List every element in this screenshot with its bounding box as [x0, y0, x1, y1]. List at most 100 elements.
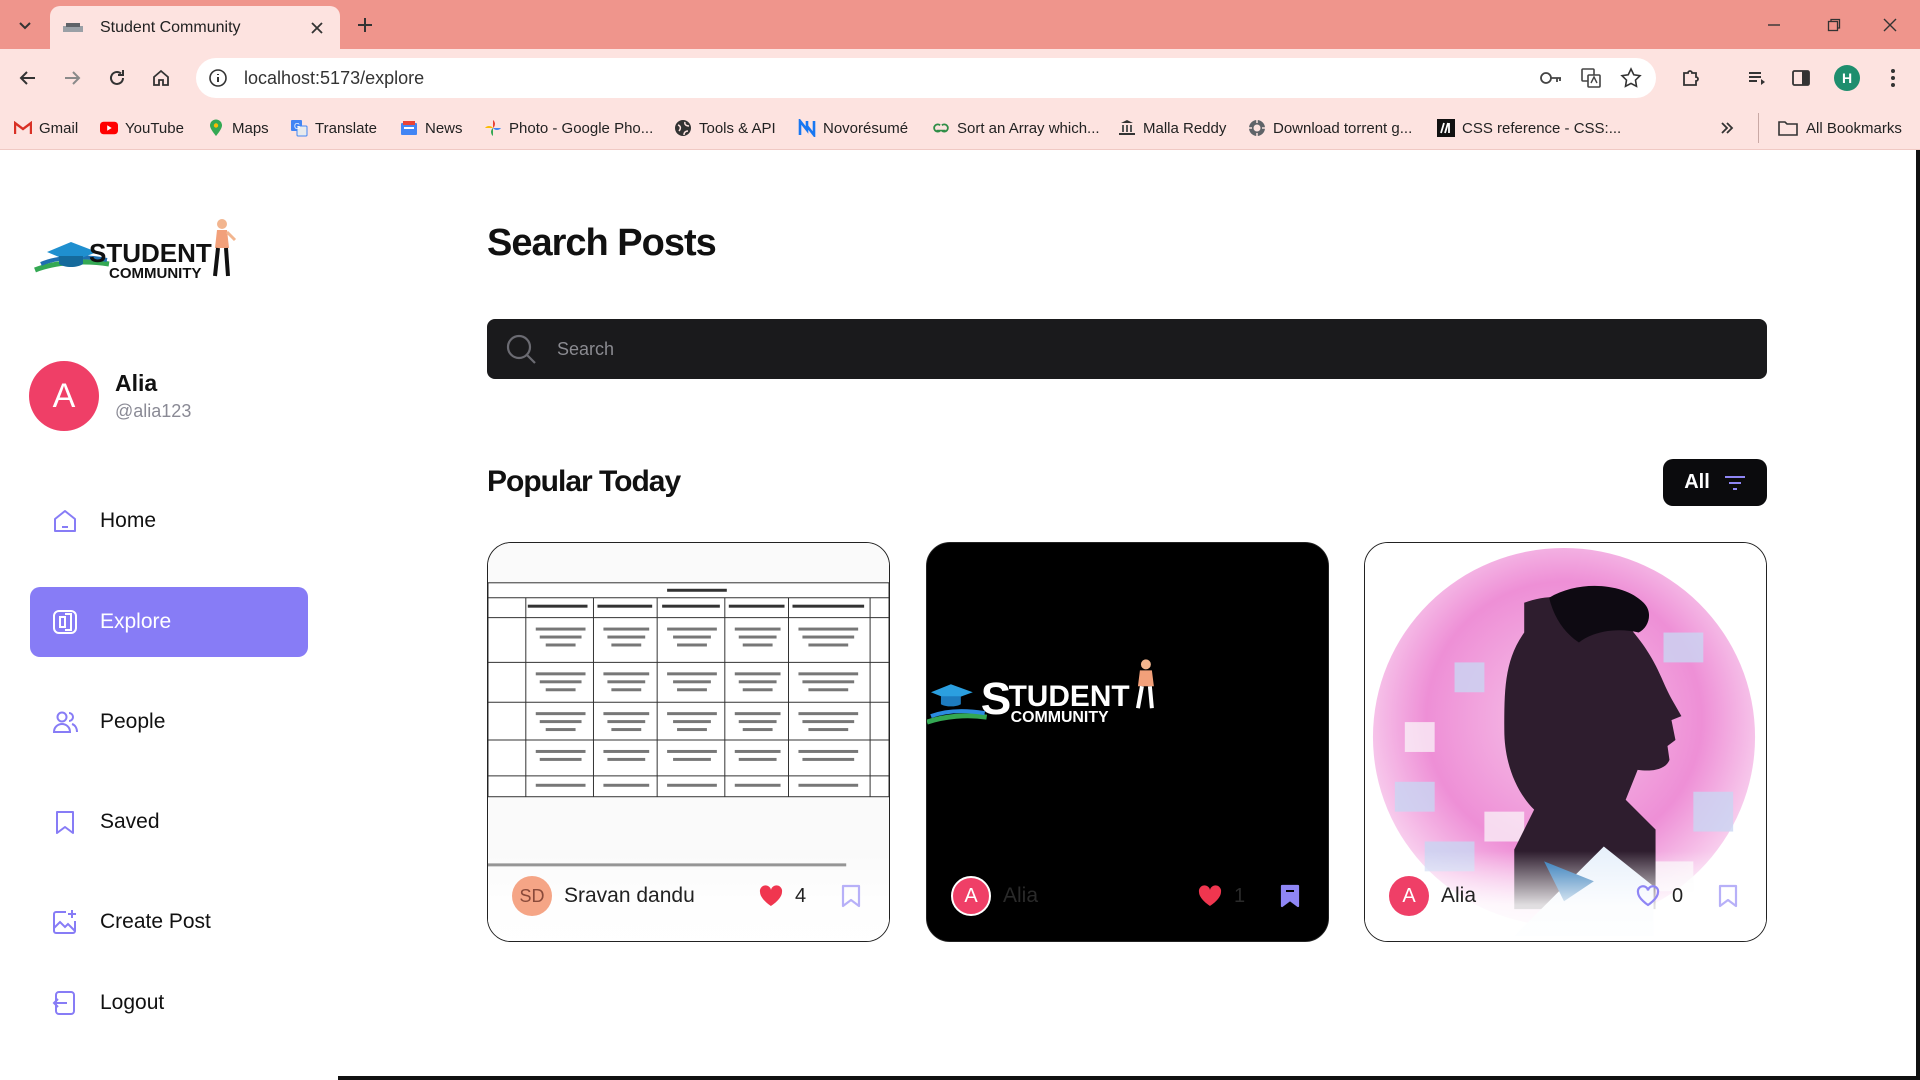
people-icon [50, 707, 80, 737]
chevron-down-icon [19, 22, 31, 30]
sidebar-item-explore[interactable]: Explore [30, 587, 308, 657]
bookmark-outline-icon[interactable] [837, 882, 865, 910]
sidebar-item-label: People [100, 710, 166, 733]
forward-button[interactable] [57, 63, 87, 93]
search-bar[interactable] [487, 319, 1767, 379]
user-profile[interactable]: A Alia @alia123 [29, 361, 191, 431]
sidebar-item-label: Home [100, 509, 157, 532]
close-window-button[interactable] [1860, 0, 1920, 49]
profile-button[interactable]: H [1832, 63, 1862, 93]
post-card[interactable]: A Alia 0 [1364, 542, 1767, 942]
student-community-logo[interactable]: STUDENT COMMUNITY [33, 218, 243, 294]
bookmark-translate[interactable]: G Translate [290, 115, 377, 141]
sidebar-item-saved[interactable]: Saved [30, 787, 308, 857]
bookmark-star-icon[interactable] [1616, 63, 1646, 93]
restore-icon [1827, 18, 1841, 31]
post-card[interactable]: SD Sravan dandu 4 [487, 542, 890, 942]
bookmark-gfg[interactable]: Sort an Array which... [932, 115, 1100, 141]
folder-icon [1777, 119, 1799, 137]
explore-icon [50, 607, 80, 637]
bookmark-malla-reddy[interactable]: Malla Reddy [1118, 115, 1226, 141]
user-handle: @alia123 [115, 401, 192, 421]
bookmark-youtube[interactable]: YouTube [100, 115, 184, 141]
post-footer: A Alia 1 [927, 851, 1328, 941]
svg-text:COMMUNITY: COMMUNITY [1011, 709, 1109, 726]
sidebar-item-home[interactable]: Home [30, 486, 308, 556]
news-icon [400, 119, 418, 137]
section-title: Popular Today [487, 465, 681, 498]
site-info-icon[interactable] [204, 64, 232, 92]
reload-icon [110, 70, 124, 85]
bookmark-maps[interactable]: Maps [207, 115, 269, 141]
side-panel-icon [1792, 70, 1810, 86]
extensions-button[interactable] [1676, 63, 1706, 93]
more-bookmarks-button[interactable] [1718, 115, 1743, 141]
heart-outline-icon[interactable] [1634, 882, 1662, 910]
bookmark-torrent[interactable]: Download torrent g... [1248, 115, 1412, 141]
all-bookmarks-button[interactable]: All Bookmarks [1758, 113, 1902, 143]
malla-reddy-icon [1118, 119, 1136, 137]
chevron-double-right-icon [1718, 119, 1736, 137]
side-panel-button[interactable] [1786, 63, 1816, 93]
restore-button[interactable] [1804, 0, 1864, 49]
close-icon [1883, 18, 1897, 31]
house-icon [153, 69, 169, 86]
back-button[interactable] [13, 63, 43, 93]
bookmark-filled-icon[interactable] [1276, 882, 1304, 910]
post-footer: A Alia 0 [1365, 851, 1766, 941]
sidebar-item-people[interactable]: People [30, 687, 308, 757]
plus-icon [358, 18, 372, 32]
search-input[interactable] [557, 338, 1657, 360]
tab-search-button[interactable] [8, 9, 42, 41]
browser-menu-button[interactable] [1878, 63, 1908, 93]
media-controls-button[interactable] [1742, 63, 1772, 93]
bookmark-news[interactable]: News [400, 115, 463, 141]
translate-icon: G [290, 119, 308, 137]
sidebar-item-create-post[interactable]: Create Post [30, 887, 308, 957]
bookmark-tools-api[interactable]: Tools & API [674, 115, 776, 141]
sidebar-item-label: Create Post [100, 910, 211, 933]
filter-dropdown[interactable]: All [1663, 459, 1767, 506]
minimize-icon [1768, 23, 1780, 26]
minimize-button[interactable] [1744, 0, 1804, 49]
bookmark-novoresume[interactable]: Novorésumé [798, 115, 908, 141]
address-bar[interactable]: localhost:5173/explore [196, 58, 1656, 98]
gmail-icon [14, 119, 32, 137]
home-button[interactable] [146, 63, 176, 93]
home-icon [50, 506, 80, 536]
author-avatar[interactable]: A [951, 876, 991, 916]
torrent-icon [1248, 119, 1266, 137]
globe-icon [674, 119, 692, 137]
bookmark-outline-icon[interactable] [1714, 882, 1742, 910]
kebab-menu-icon [1891, 69, 1895, 87]
post-card[interactable]: S TUDENT COMMUNITY A Alia 1 [926, 542, 1329, 942]
author-name[interactable]: Sravan dandu [564, 884, 757, 908]
password-key-icon[interactable] [1536, 63, 1566, 93]
close-tab-icon[interactable] [306, 17, 328, 39]
author-name[interactable]: Alia [1441, 884, 1634, 908]
author-avatar[interactable]: A [1389, 876, 1429, 916]
logout-icon [50, 988, 80, 1018]
bookmark-photos[interactable]: Photo - Google Pho... [484, 115, 653, 141]
author-name[interactable]: Alia [1003, 884, 1196, 908]
sidebar-item-logout[interactable]: Logout [30, 968, 308, 1038]
bookmark-gmail[interactable]: Gmail [14, 115, 78, 141]
heart-filled-icon[interactable] [1196, 882, 1224, 910]
gfg-icon [932, 119, 950, 137]
sidebar-item-label: Explore [100, 610, 172, 633]
filter-icon [1724, 475, 1745, 490]
user-name: Alia [115, 370, 158, 396]
browser-tabstrip: Student Community [0, 0, 1920, 49]
browser-tab[interactable]: Student Community [50, 6, 340, 49]
bookmark-mdn-css[interactable]: CSS reference - CSS:... [1437, 115, 1621, 141]
new-tab-button[interactable] [352, 12, 378, 38]
window-edge [1916, 150, 1920, 1080]
avatar: A [29, 361, 99, 431]
content-bottom-edge [338, 1076, 1920, 1080]
translate-page-icon[interactable] [1576, 63, 1606, 93]
create-post-icon [50, 907, 80, 937]
like-count: 4 [795, 884, 807, 907]
author-avatar[interactable]: SD [512, 876, 552, 916]
heart-filled-icon[interactable] [757, 882, 785, 910]
reload-button[interactable] [102, 63, 132, 93]
